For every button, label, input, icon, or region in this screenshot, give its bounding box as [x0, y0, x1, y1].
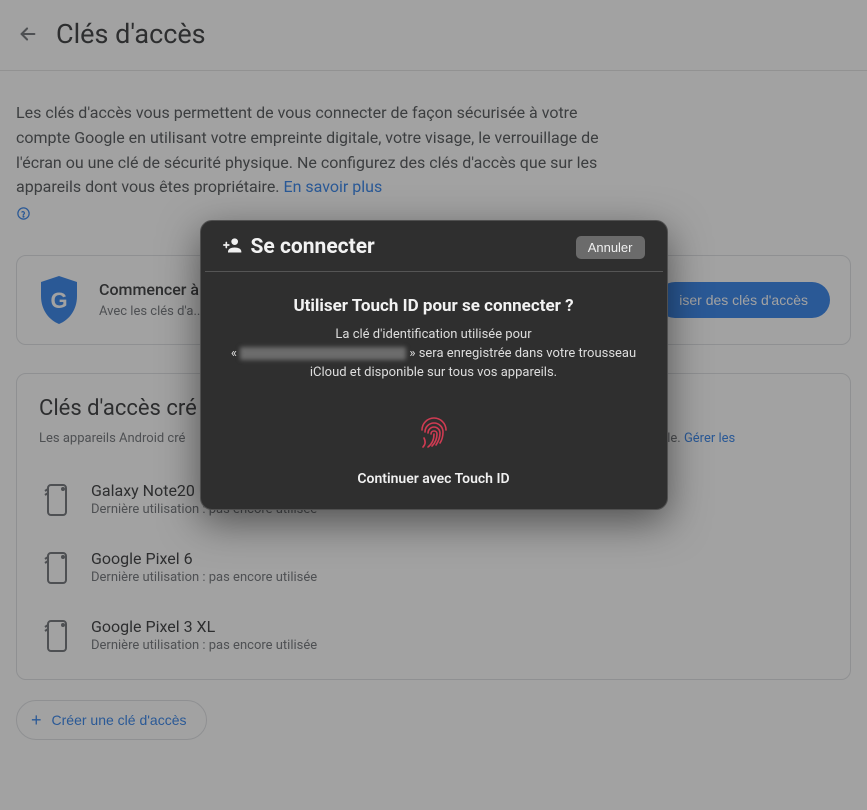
modal-question: Utiliser Touch ID pour se connecter ? [229, 296, 639, 316]
person-add-icon [223, 235, 243, 259]
modal-body: Utiliser Touch ID pour se connecter ? La… [201, 272, 667, 509]
modal-desc-prefix: « [231, 346, 240, 361]
modal-desc-line1: La clé d'identification utilisée pour [335, 327, 531, 342]
modal-header: Se connecter Annuler [205, 221, 663, 272]
touchid-modal: Se connecter Annuler Utiliser Touch ID p… [200, 220, 668, 510]
continue-touchid-label: Continuer avec Touch ID [229, 471, 639, 487]
cancel-button[interactable]: Annuler [576, 236, 645, 259]
redacted-account [240, 347, 406, 360]
modal-title: Se connecter [251, 235, 375, 259]
modal-overlay: Se connecter Annuler Utiliser Touch ID p… [0, 0, 867, 810]
fingerprint-icon[interactable] [409, 407, 459, 457]
modal-description: La clé d'identification utilisée pour « … [229, 326, 639, 383]
